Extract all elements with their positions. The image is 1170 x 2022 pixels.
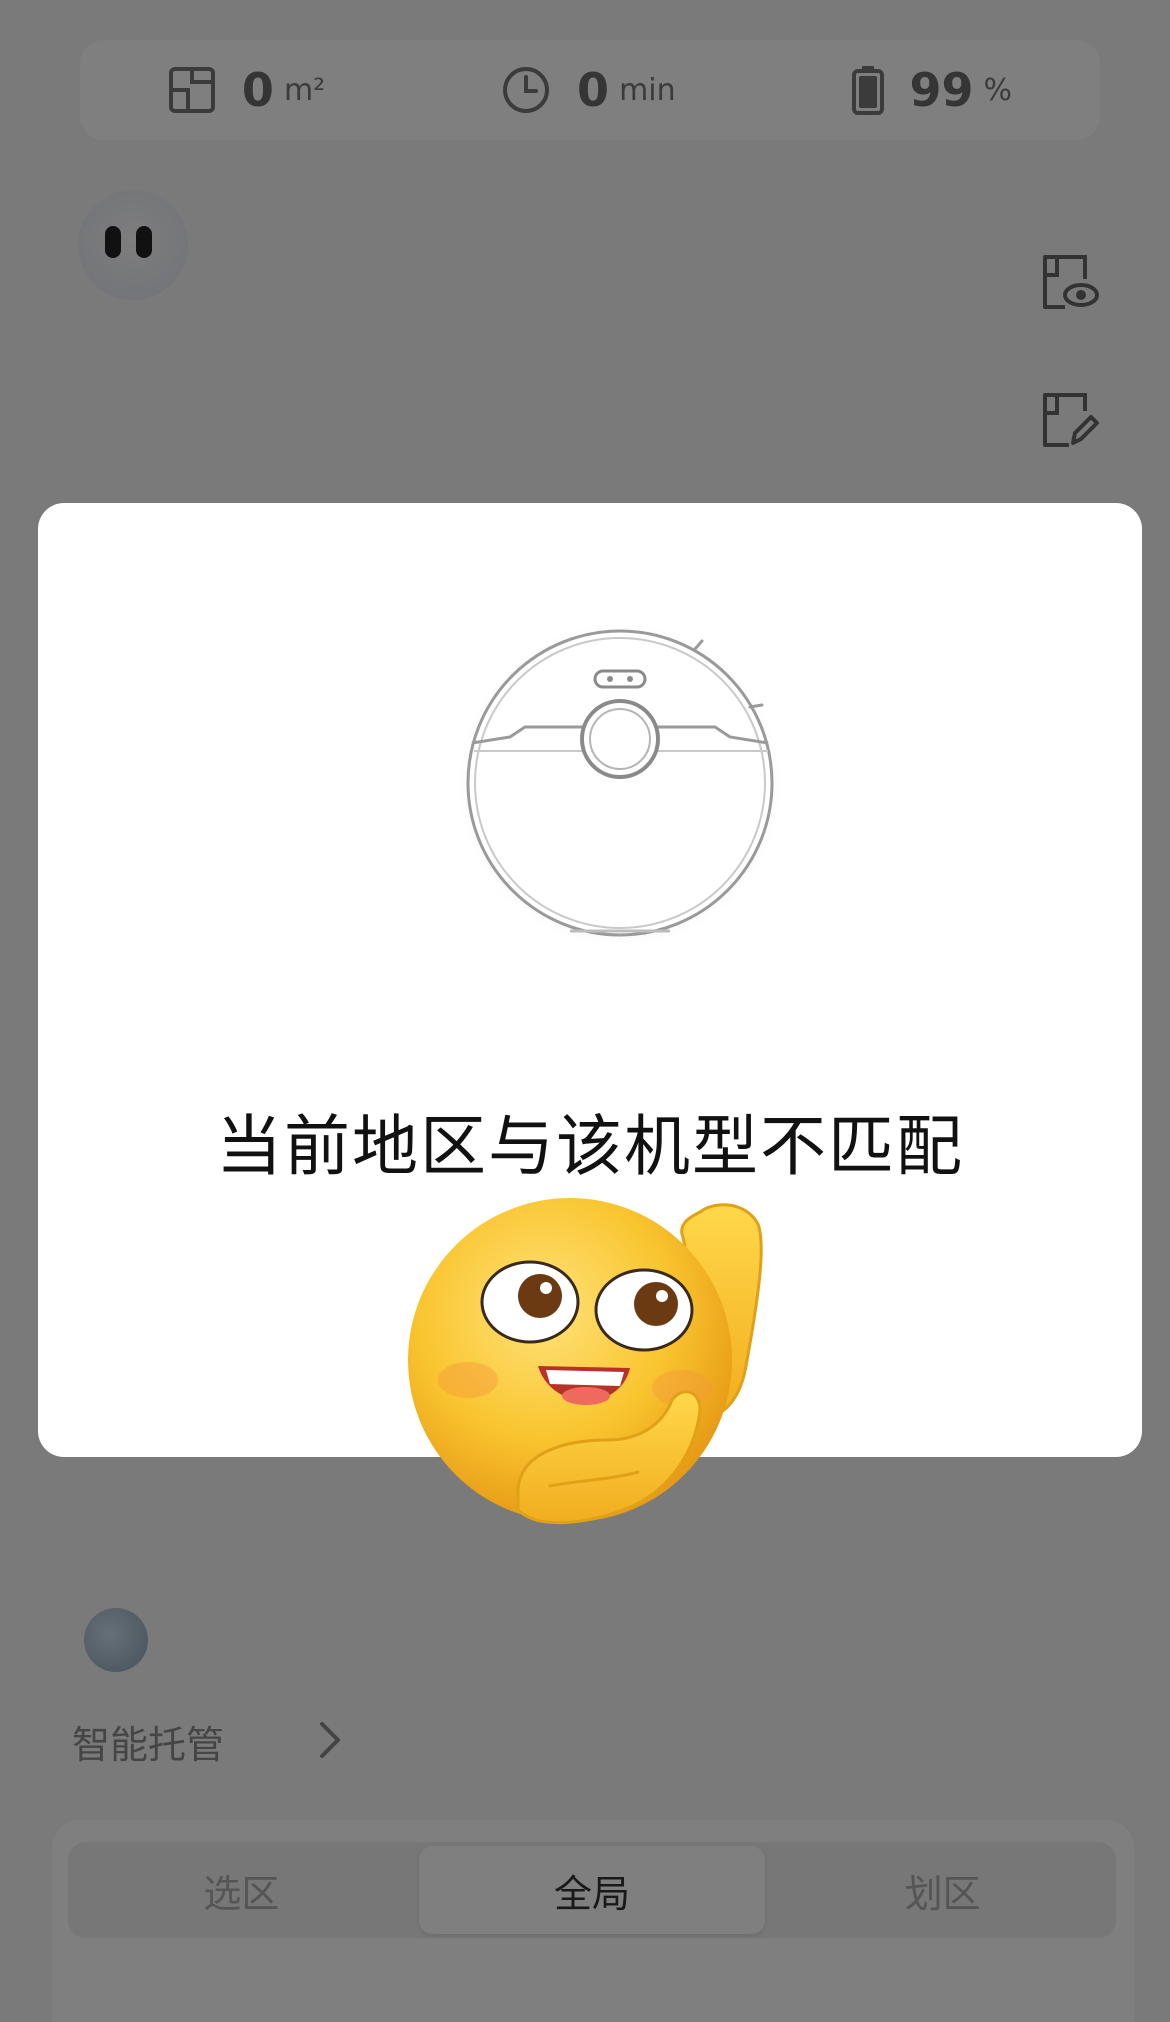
thinking-emoji-sticker — [408, 1198, 763, 1525]
robot-vacuum-illustration — [456, 621, 784, 949]
dialog-message: 当前地区与该机型不匹配 — [216, 1108, 964, 1185]
